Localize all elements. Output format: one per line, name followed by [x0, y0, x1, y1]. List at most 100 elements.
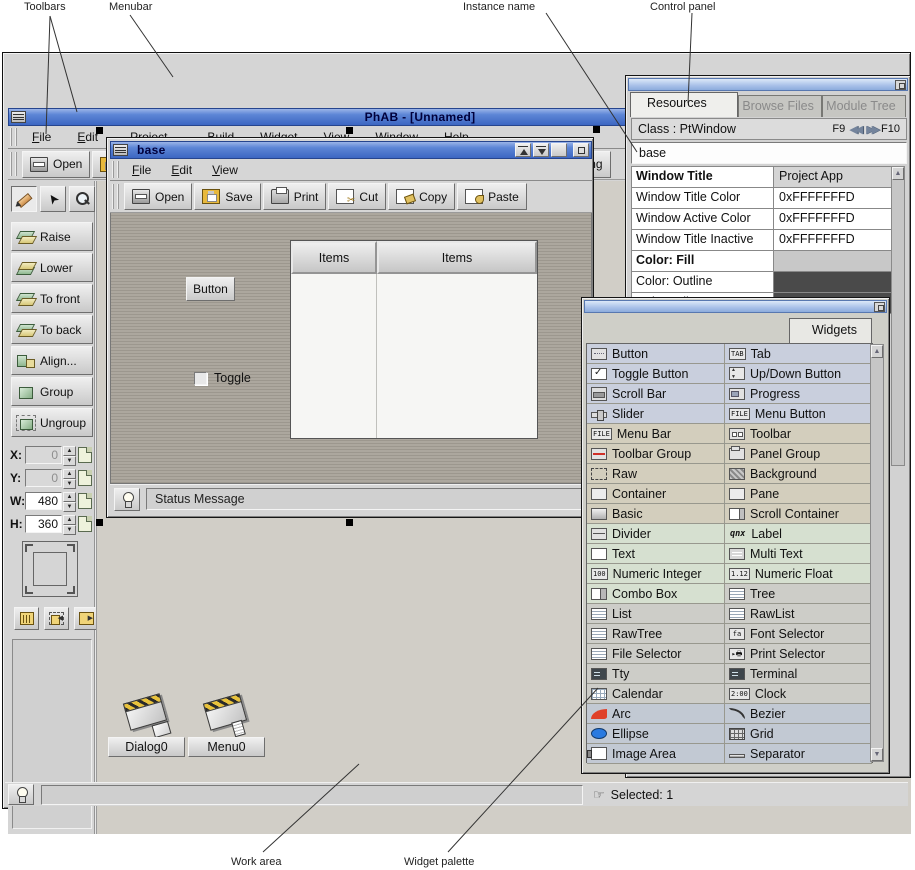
- tool-magnifier-button[interactable]: [69, 186, 95, 212]
- widget-item-tab[interactable]: TABTab: [725, 344, 872, 364]
- tool-pointer-button[interactable]: ➤: [40, 186, 66, 212]
- widget-item-container[interactable]: Container: [587, 484, 725, 504]
- base-toolbar-grip[interactable]: [112, 184, 119, 209]
- module-label-dialog0[interactable]: Dialog0: [108, 737, 185, 757]
- widget-item-grid[interactable]: Grid: [725, 724, 872, 744]
- anchoring-diagram[interactable]: [22, 541, 78, 597]
- menubar-grip[interactable]: [10, 128, 17, 146]
- resource-row-window-title[interactable]: Window TitleProject App: [632, 167, 893, 188]
- widget-item-panel-group[interactable]: Panel Group: [725, 444, 872, 464]
- titlebar-blank-button[interactable]: [551, 143, 567, 157]
- designed-tree-widget[interactable]: Items Items: [290, 240, 538, 439]
- window-menu-icon[interactable]: [11, 111, 26, 123]
- palette-scrollbar[interactable]: ▲ ▼: [870, 344, 884, 762]
- tab-widgets[interactable]: Widgets: [789, 318, 872, 343]
- widget-item-progress[interactable]: Progress: [725, 384, 872, 404]
- widget-item-slider[interactable]: Slider: [587, 404, 725, 424]
- widget-item-text[interactable]: Text: [587, 544, 725, 564]
- checkbox-icon[interactable]: [194, 372, 207, 385]
- toolbar-grip[interactable]: [10, 152, 17, 176]
- base-toolbar-paste-button[interactable]: Paste: [457, 183, 527, 210]
- widget-item-multi-text[interactable]: Multi Text: [725, 544, 872, 564]
- spinner-value-x[interactable]: 0: [25, 446, 62, 464]
- widget-item-button[interactable]: Button: [587, 344, 725, 364]
- spinner-stepper-w[interactable]: ▲▼: [63, 492, 76, 510]
- widget-item-separator[interactable]: Separator: [725, 744, 872, 764]
- scroll-up-icon[interactable]: ▲: [892, 167, 904, 180]
- lock-icon[interactable]: [78, 447, 92, 463]
- resource-row-window-title-inactive[interactable]: Window Title Inactive0xFFFFFFFD: [632, 230, 893, 251]
- ungroup-button[interactable]: Ungroup: [11, 408, 93, 437]
- designed-button-widget[interactable]: Button: [186, 277, 235, 301]
- spinner-stepper-h[interactable]: ▲▼: [63, 515, 76, 533]
- base-titlebar[interactable]: base: [110, 141, 592, 159]
- lock-icon[interactable]: [78, 516, 92, 532]
- widget-item-ellipse[interactable]: Ellipse: [587, 724, 725, 744]
- tree-header-2[interactable]: Items: [377, 241, 537, 274]
- widget-item-rawlist[interactable]: RawList: [725, 604, 872, 624]
- module-label-menu0[interactable]: Menu0: [188, 737, 265, 757]
- to-front-button[interactable]: To front: [11, 284, 93, 313]
- widget-item-arc[interactable]: Arc: [587, 704, 725, 724]
- widget-item-basic[interactable]: Basic: [587, 504, 725, 524]
- spinner-stepper-x[interactable]: ▲▼: [63, 446, 76, 464]
- next-class-icon[interactable]: ▶▶: [866, 123, 877, 136]
- widget-item-scroll-bar[interactable]: Scroll Bar: [587, 384, 725, 404]
- resource-scrollbar[interactable]: ▲: [891, 166, 905, 466]
- widget-item-toggle-button[interactable]: Toggle Button: [587, 364, 725, 384]
- widget-item-print-selector[interactable]: ▸🖶Print Selector: [725, 644, 872, 664]
- widget-item-file-selector[interactable]: File Selector: [587, 644, 725, 664]
- move-into-module-button[interactable]: [44, 607, 69, 630]
- menu-file[interactable]: File: [30, 128, 53, 146]
- base-canvas[interactable]: Button Toggle Items Items: [110, 213, 592, 484]
- base-menu-view[interactable]: View: [210, 161, 240, 179]
- stepper-up-icon[interactable]: ▲: [63, 515, 76, 525]
- spinner-stepper-y[interactable]: ▲▼: [63, 469, 76, 487]
- widget-item-image-area[interactable]: Image Area: [587, 744, 725, 764]
- raise-button[interactable]: Raise: [11, 222, 93, 251]
- selection-handle-bottom-center[interactable]: [346, 519, 353, 526]
- lock-icon[interactable]: [78, 493, 92, 509]
- widget-item-toolbar-group[interactable]: Toolbar Group: [587, 444, 725, 464]
- spinner-value-y[interactable]: 0: [25, 469, 62, 487]
- widget-item-background[interactable]: Background: [725, 464, 872, 484]
- tree-header-1[interactable]: Items: [291, 241, 377, 274]
- prev-class-icon[interactable]: ◀◀: [849, 123, 860, 136]
- tool-pencil-button[interactable]: [11, 186, 37, 212]
- widget-item-terminal[interactable]: Terminal: [725, 664, 872, 684]
- dialog-module-icon[interactable]: [118, 692, 176, 736]
- base-toolbar-copy-button[interactable]: Copy: [388, 183, 455, 210]
- widget-item-calendar[interactable]: Calendar: [587, 684, 725, 704]
- widget-item-font-selector[interactable]: faFont Selector: [725, 624, 872, 644]
- widget-item-pane[interactable]: Pane: [725, 484, 872, 504]
- tab-module-tree[interactable]: Module Tree: [822, 95, 906, 117]
- stepper-up-icon[interactable]: ▲: [63, 446, 76, 456]
- widget-item-label[interactable]: qnxLabel: [725, 524, 872, 544]
- selection-handle-top-left[interactable]: [96, 127, 103, 134]
- widget-item-toolbar[interactable]: Toolbar: [725, 424, 872, 444]
- module-notes-button[interactable]: [14, 607, 39, 630]
- resource-row-window-active-color[interactable]: Window Active Color0xFFFFFFFD: [632, 209, 893, 230]
- resource-color-swatch[interactable]: [774, 251, 893, 271]
- resource-row-window-title-color[interactable]: Window Title Color0xFFFFFFFD: [632, 188, 893, 209]
- base-module-window[interactable]: base FileEditView OpenSavePrintCutCopyPa…: [106, 137, 594, 518]
- base-menu-edit[interactable]: Edit: [169, 161, 194, 179]
- base-toolbar-cut-button[interactable]: Cut: [328, 183, 386, 210]
- align-button[interactable]: Align...: [11, 346, 93, 375]
- base-menu-file[interactable]: File: [130, 161, 153, 179]
- widget-item-numeric-integer[interactable]: 100Numeric Integer: [587, 564, 725, 584]
- titlebar-unshade-button[interactable]: [533, 143, 549, 157]
- widget-item-combo-box[interactable]: Combo Box: [587, 584, 725, 604]
- designed-toggle-widget[interactable]: Toggle: [194, 371, 251, 385]
- control-panel-titlebar[interactable]: [628, 78, 908, 91]
- palette-menu-icon[interactable]: [874, 302, 885, 312]
- base-window-menu-icon[interactable]: [113, 144, 128, 156]
- stepper-down-icon[interactable]: ▼: [63, 479, 76, 489]
- base-toolbar-print-button[interactable]: Print: [263, 183, 327, 210]
- to-back-button[interactable]: To back: [11, 315, 93, 344]
- resource-row-color-fill[interactable]: Color: Fill: [632, 251, 893, 272]
- spinner-value-h[interactable]: 360: [25, 515, 62, 533]
- widget-item-list[interactable]: List: [587, 604, 725, 624]
- widget-item-clock[interactable]: 2:00Clock: [725, 684, 872, 704]
- palette-titlebar[interactable]: [584, 300, 887, 313]
